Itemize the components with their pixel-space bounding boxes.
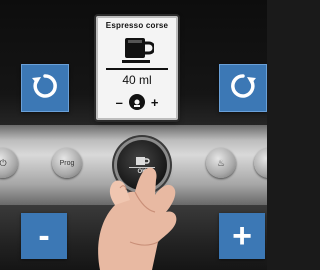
steam-button[interactable]: ♨ xyxy=(206,148,236,178)
power-icon: ⏻ xyxy=(0,157,7,168)
rotate-right-button[interactable] xyxy=(219,64,267,112)
cup-icon xyxy=(122,35,156,65)
rotate-left-button[interactable] xyxy=(21,64,69,112)
minus-button[interactable]: - xyxy=(21,213,67,259)
plus-button[interactable]: + xyxy=(219,213,265,259)
minus-label: - xyxy=(38,217,50,255)
rotate-ccw-icon xyxy=(30,71,60,106)
coffee-machine-illustration: ⏻ Prog ♨ Espresso corse 40 ml – + OK - + xyxy=(0,0,267,270)
volume-value: 40 ml xyxy=(122,73,152,87)
aroma-plus: + xyxy=(150,94,159,110)
drink-display: Espresso corse 40 ml – + xyxy=(96,16,178,120)
steam-icon: ♨ xyxy=(216,157,226,168)
rotate-cw-icon xyxy=(228,71,258,106)
hand-image xyxy=(60,150,210,270)
aroma-minus: – xyxy=(115,94,123,110)
plus-label: + xyxy=(232,217,252,255)
aroma-selector: – + xyxy=(102,92,172,112)
aroma-icon xyxy=(128,94,145,110)
drink-name: Espresso corse xyxy=(105,21,169,30)
divider-line xyxy=(106,68,168,70)
